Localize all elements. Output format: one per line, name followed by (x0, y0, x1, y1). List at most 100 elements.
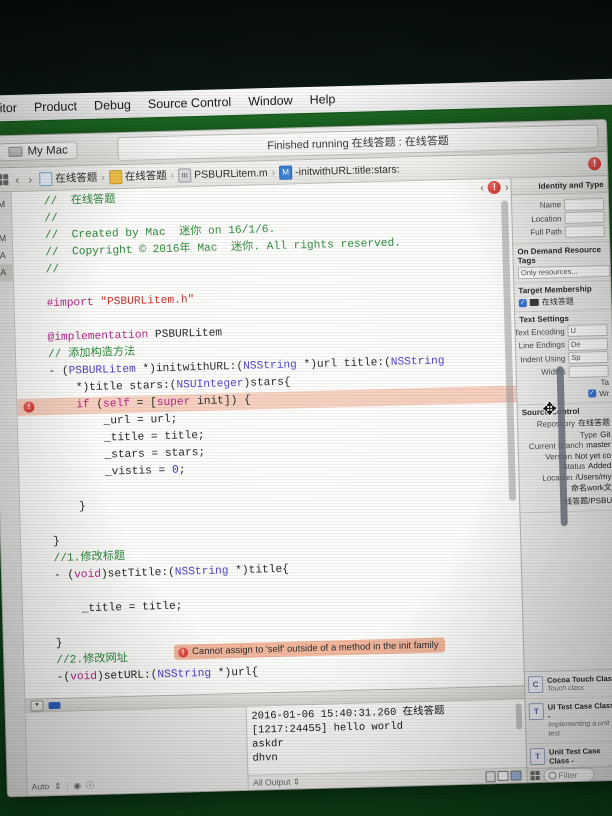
scheme-selector[interactable]: My Mac (0, 140, 78, 161)
text-setting-value[interactable] (568, 364, 609, 378)
window-body: MMAA // 在线答题//// Created by Mac 迷你 on 16… (0, 175, 612, 797)
library-item[interactable]: T UI Test Case Class - Implementing a unit… (525, 696, 612, 745)
text-setting-label: Text Encoding (514, 326, 565, 337)
source-control-title: Source Control (521, 406, 580, 418)
scm-mark-0: M (0, 199, 6, 210)
grid-icon[interactable] (530, 770, 540, 781)
editor-nav: ‹ ! › (480, 180, 509, 195)
text-setting-label: Line Endings (518, 340, 566, 351)
menu-item-debug[interactable]: Debug (94, 98, 131, 113)
location-label: Location (531, 213, 562, 224)
source-control-value: Not yet co (574, 450, 612, 461)
source-control-label: Type (579, 429, 598, 440)
error-badge[interactable]: ! (587, 157, 602, 171)
eye-icon[interactable]: ◉ (73, 780, 81, 791)
screen-content: Editor Product Debug Source Control Window He… (0, 78, 612, 798)
breadcrumb-item-2[interactable]: PSBURLitem.m (194, 167, 268, 181)
debug-step-icon[interactable] (48, 701, 61, 709)
search-icon (548, 770, 557, 780)
location-extra-2: 线答题/PSBU (564, 495, 612, 506)
text-settings-title: Text Settings (519, 313, 569, 325)
on-demand-field[interactable]: Only resources... (517, 264, 611, 280)
menu-item-help[interactable]: Help (309, 92, 335, 107)
template-icon: C (527, 675, 544, 694)
on-demand-section: On Demand Resource Tags Only resources..… (513, 241, 611, 284)
source-control-label: Location (542, 472, 573, 483)
breadcrumb-separator: › (271, 166, 276, 179)
scm-mark-4: A (0, 264, 14, 282)
nav-prev-icon[interactable]: ‹ (480, 182, 484, 194)
info-icon[interactable]: ⓘ (86, 779, 95, 791)
console-output: 2016-01-06 15:40:31.260 在线答题[1217:24455]… (251, 705, 445, 765)
text-setting-value[interactable]: De (567, 337, 609, 351)
scm-mark-1 (0, 213, 12, 231)
target-name: 在线答题 (541, 296, 574, 307)
library-item-subtitle: Implementing a unit test (548, 720, 610, 738)
menu-item-source-control[interactable]: Source Control (148, 95, 232, 111)
console-view[interactable]: 2016-01-06 15:40:31.260 在线答题[1217:24455]… (246, 699, 527, 790)
forward-arrow-icon[interactable]: › (26, 172, 34, 186)
template-icon: T (528, 702, 545, 721)
library-panel: C Cocoa Touch Class Touch class T UI Test Ca… (524, 668, 612, 783)
code-editor[interactable]: // 在线答题//// Created by Mac 迷你 on 16/1/6.… (12, 179, 527, 773)
menu-item-product[interactable]: Product (34, 99, 77, 114)
target-checkbox[interactable]: ✓ (518, 298, 527, 307)
menu-item-editor[interactable]: Editor (0, 101, 17, 116)
breadcrumb-item-0[interactable]: 在线答题 (55, 170, 97, 186)
wrap-checkbox[interactable]: ✓ (588, 389, 597, 398)
trash-icon[interactable] (485, 770, 496, 782)
console-pane-toggles (485, 770, 522, 782)
source-control-row-5: Location/Users/my (523, 471, 611, 482)
library-filter-input[interactable]: Filter (543, 766, 595, 783)
breadcrumb-item-3[interactable]: -initwithURL:title:stars: (295, 163, 400, 178)
text-setting-value[interactable]: U (567, 323, 608, 338)
library-item[interactable]: C Cocoa Touch Class Touch class (524, 669, 612, 700)
variables-view[interactable]: Auto ⇕ | ◉ ⓘ (25, 706, 249, 796)
source-control-value: 在线答题 (577, 417, 611, 428)
tab-label: Ta (600, 377, 610, 388)
on-demand-title: On Demand Resource Tags (517, 245, 602, 266)
console-scrollbar[interactable] (515, 703, 523, 730)
project-icon (39, 171, 53, 186)
source-control-value: Added (587, 460, 612, 471)
breadcrumb-item-1[interactable]: 在线答题 (125, 168, 167, 184)
text-setting-row-0: Text Encoding U (514, 323, 608, 338)
source-control-row-0: Repository 在线答题 (522, 417, 610, 430)
scm-mark-3: A (0, 250, 6, 261)
text-setting-value[interactable]: Sp (568, 350, 609, 365)
nav-next-icon[interactable]: › (505, 181, 509, 193)
resize-cursor-icon: ✥ (542, 399, 558, 419)
text-setting-row-2: Indent Using Sp (520, 350, 609, 365)
monitor-photo: Editor Product Debug Source Control Window He… (0, 0, 612, 816)
method-icon: M (279, 164, 293, 180)
back-arrow-icon[interactable]: ‹ (13, 172, 21, 186)
location-extra-1: 命名work文 (570, 482, 612, 493)
editor-error-badge[interactable]: ! (487, 180, 502, 195)
library-item-title: Unit Test Case Class - (548, 746, 601, 766)
editor-area[interactable]: // 在线答题//// Created by Mac 迷你 on 16/1/6.… (11, 178, 527, 796)
pane-right-icon[interactable] (510, 770, 522, 781)
variables-scope[interactable]: Auto (32, 781, 50, 791)
mac-icon (8, 146, 23, 157)
target-membership-title: Target Membership (518, 284, 592, 296)
full-path-field[interactable] (564, 224, 606, 238)
related-items-icon[interactable] (0, 174, 9, 186)
variables-scope-chevron-icon[interactable]: ⇕ (54, 780, 61, 791)
name-field[interactable] (563, 197, 605, 211)
error-gutter-icon[interactable]: ! (23, 401, 35, 413)
menu-item-window[interactable]: Window (248, 93, 293, 108)
library-item-subtitle: Touch class (547, 684, 585, 693)
template-icon: T (529, 747, 546, 766)
library-footer: Filter (527, 765, 612, 783)
objc-file-icon: m (178, 167, 192, 183)
text-setting-label: Indent Using (520, 353, 566, 364)
location-field[interactable] (564, 210, 605, 225)
source-control-value: master (586, 439, 611, 450)
text-setting-row-3: Widths (521, 364, 609, 378)
console-output-filter[interactable]: All Output ⇕ (253, 776, 300, 788)
pane-left-icon[interactable] (497, 770, 509, 782)
debug-dropdown-icon[interactable]: ▾ (30, 699, 44, 712)
error-icon: ! (177, 646, 189, 658)
source-control-row-4: Status Added (523, 461, 611, 472)
breadcrumb-separator: › (101, 170, 105, 184)
